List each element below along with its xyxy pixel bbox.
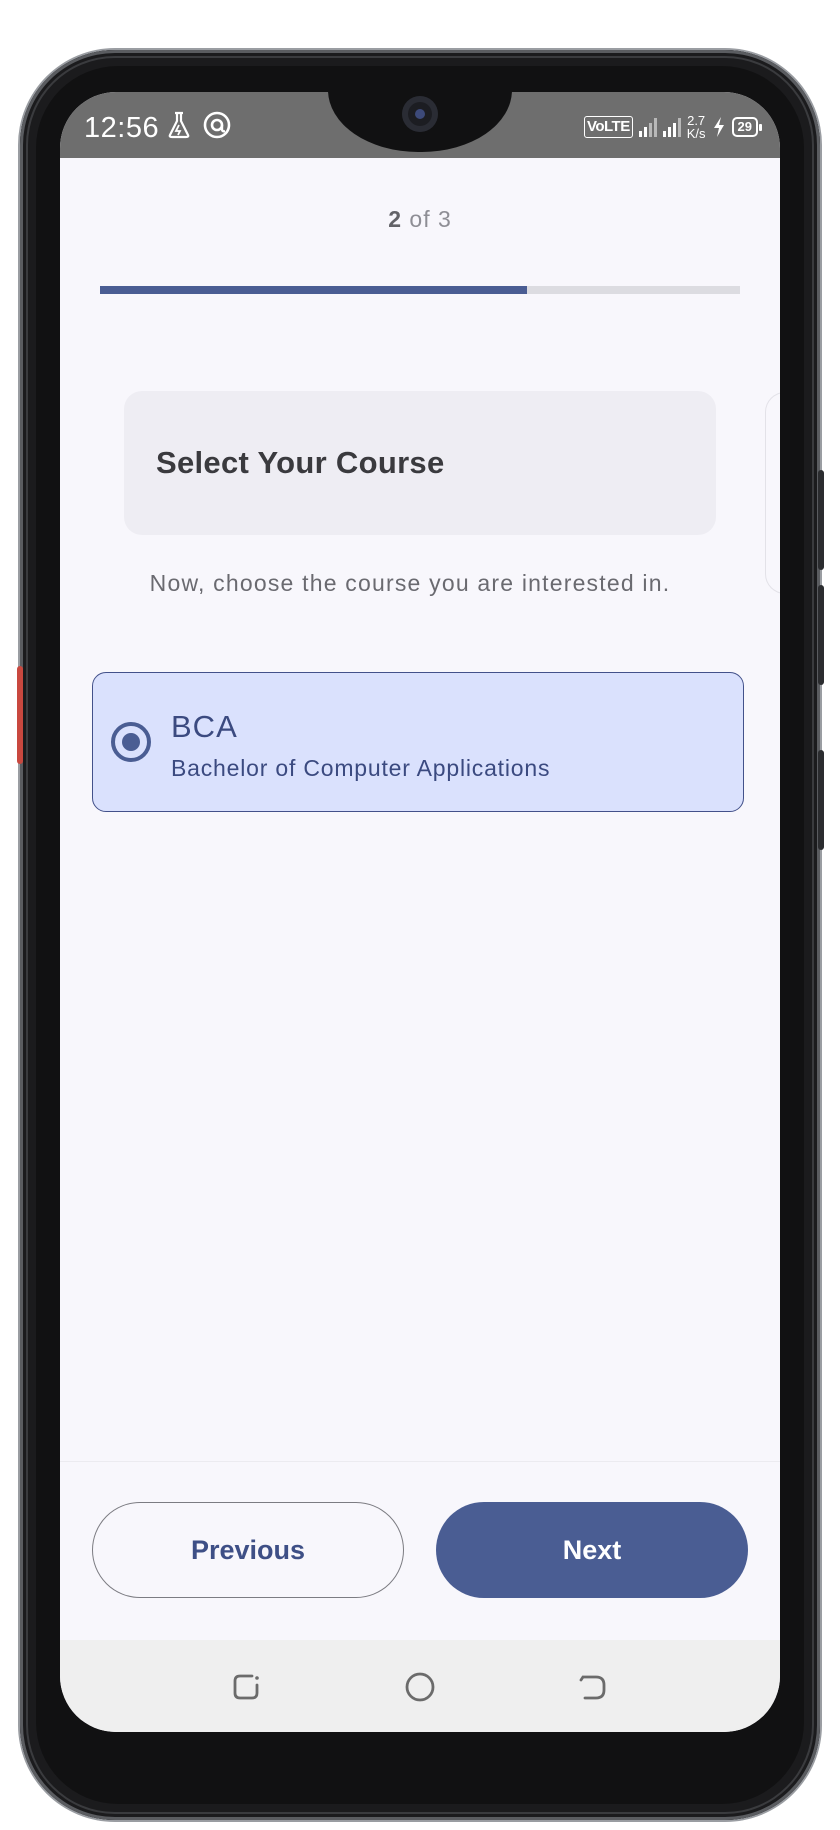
charging-icon <box>713 117 724 137</box>
back-icon[interactable] <box>576 1670 610 1704</box>
at-sign-icon <box>203 111 231 139</box>
next-card-peek <box>765 392 780 594</box>
recent-apps-icon[interactable] <box>230 1670 264 1704</box>
step-current: 2 <box>388 206 403 232</box>
signal-icon-2 <box>662 117 681 137</box>
progress-bar-fill <box>100 286 527 294</box>
signal-icon <box>638 117 657 137</box>
course-name: Bachelor of Computer Applications <box>171 755 551 781</box>
system-navigation-bar <box>60 1640 780 1732</box>
title-card: Select Your Course <box>124 391 716 535</box>
volte-badge: VoLTE <box>583 116 633 138</box>
status-right-group: VoLTE 2.7 K/s 29 <box>583 114 763 140</box>
volume-down-button <box>818 585 824 685</box>
home-icon[interactable] <box>403 1670 437 1704</box>
next-button[interactable]: Next <box>436 1502 748 1598</box>
action-bar-divider <box>60 1461 780 1462</box>
flask-icon <box>168 111 190 139</box>
page-title: Select Your Course <box>156 445 445 480</box>
network-speed-unit: K/s <box>686 126 706 141</box>
battery-icon: 29 <box>731 117 763 137</box>
progress-bar <box>100 286 740 294</box>
step-total: of 3 <box>409 206 452 232</box>
front-camera <box>402 96 438 132</box>
power-button <box>818 750 824 850</box>
previous-button[interactable]: Previous <box>92 1502 404 1598</box>
course-option-bca[interactable]: BCA Bachelor of Computer Applications <box>92 672 744 812</box>
course-code: BCA <box>171 709 238 744</box>
network-speed: 2.7 K/s <box>687 114 706 140</box>
volume-up-button <box>818 470 824 570</box>
side-accent-button <box>17 666 23 764</box>
radio-selected-icon[interactable] <box>111 722 151 762</box>
status-time: 12:56 <box>84 112 160 144</box>
instructions-text: Now, choose the course you are intereste… <box>149 570 671 596</box>
phone-screen: 12:56 VoLTE 2.7 K/s 29 2 of 3 Select You… <box>60 92 780 1732</box>
status-bar: 12:56 VoLTE 2.7 K/s 29 <box>60 92 780 158</box>
step-indicator: 2 of 3 <box>60 206 780 233</box>
